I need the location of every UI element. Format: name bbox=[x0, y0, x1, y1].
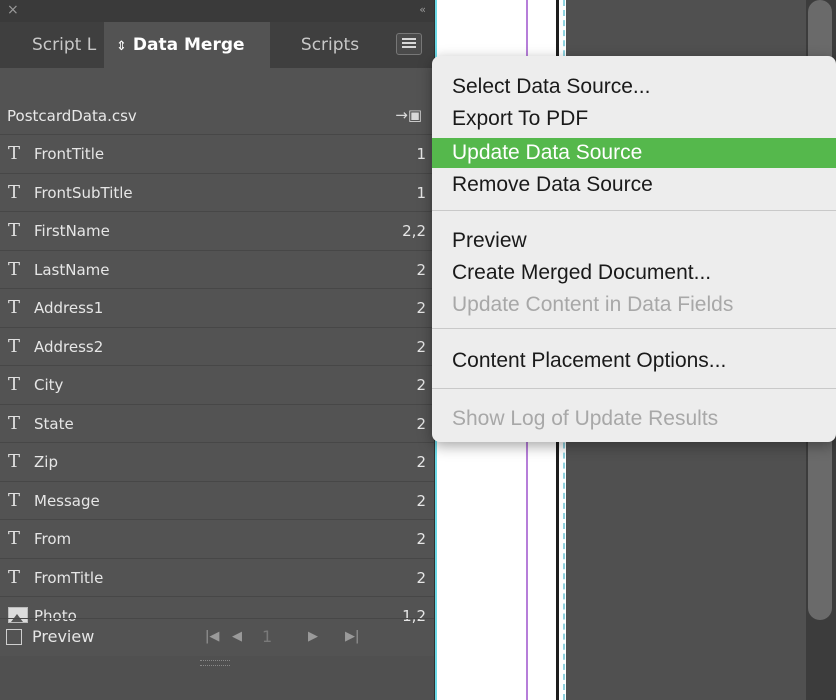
field-row[interactable]: T Address1 2 bbox=[0, 288, 434, 327]
menu-item-create-merged-document[interactable]: Create Merged Document... bbox=[432, 258, 836, 288]
field-list: T FrontTitle 1 T FrontSubTitle 1 T FirstName 2,2… bbox=[0, 134, 434, 635]
field-name: FrontTitle bbox=[34, 145, 105, 163]
record-number[interactable]: 1 bbox=[262, 619, 272, 655]
import-icon[interactable]: →▣ bbox=[395, 106, 422, 124]
field-name: Address2 bbox=[34, 337, 104, 356]
data-merge-panel: × ‹‹ Script L ⇕ Data Merge Scripts Postca… bbox=[0, 0, 434, 700]
field-row[interactable]: T FrontTitle 1 bbox=[0, 134, 434, 173]
menu-item-select-data-source[interactable]: Select Data Source... bbox=[432, 72, 836, 102]
text-field-icon: T bbox=[8, 528, 21, 549]
field-name: State bbox=[34, 414, 74, 433]
data-source-filename: PostcardData.csv bbox=[7, 107, 137, 125]
panel-titlebar: × ‹‹ bbox=[0, 0, 434, 22]
menu-item-export-to-pdf[interactable]: Export To PDF bbox=[432, 104, 836, 134]
field-row[interactable]: T FromTitle 2 bbox=[0, 557, 434, 597]
close-icon[interactable]: × bbox=[7, 1, 19, 19]
panel-flyout-menu: Select Data Source... Export To PDF Upda… bbox=[432, 56, 836, 442]
previous-record-icon[interactable]: ◀ bbox=[232, 619, 242, 655]
text-field-icon: T bbox=[8, 220, 21, 241]
field-page-count: 2 bbox=[416, 376, 426, 394]
field-name: Message bbox=[34, 491, 100, 510]
tab-label: Data Merge bbox=[132, 35, 245, 55]
text-field-icon: T bbox=[8, 297, 21, 318]
menu-item-update-data-source[interactable]: Update Data Source bbox=[432, 138, 836, 168]
field-page-count: 1 bbox=[416, 145, 426, 163]
panel-tabs: Script L ⇕ Data Merge Scripts bbox=[0, 22, 434, 68]
text-field-icon: T bbox=[8, 489, 21, 511]
field-row[interactable]: T City 2 bbox=[0, 365, 434, 404]
hamburger-icon bbox=[402, 38, 416, 50]
field-name: Address1 bbox=[34, 299, 104, 317]
chevron-updown-icon: ⇕ bbox=[116, 39, 127, 54]
field-page-count: 2 bbox=[416, 414, 426, 433]
panel-resize-area bbox=[0, 656, 434, 700]
text-field-icon: T bbox=[8, 143, 21, 164]
field-page-count: 2 bbox=[416, 299, 426, 317]
first-record-icon[interactable]: |◀ bbox=[205, 619, 219, 655]
menu-separator bbox=[432, 388, 836, 389]
field-page-count: 2 bbox=[416, 491, 426, 510]
field-row[interactable]: T Zip 2 bbox=[0, 442, 434, 481]
text-field-icon: T bbox=[8, 451, 21, 472]
field-name: FrontSubTitle bbox=[34, 183, 133, 202]
field-name: FirstName bbox=[34, 222, 110, 240]
field-name: Zip bbox=[34, 453, 58, 471]
next-record-icon[interactable]: ▶ bbox=[308, 619, 318, 655]
field-name: From bbox=[34, 530, 72, 548]
field-page-count: 2 bbox=[416, 530, 426, 548]
field-page-count: 2,2 bbox=[402, 222, 426, 240]
menu-item-remove-data-source[interactable]: Remove Data Source bbox=[432, 170, 836, 200]
field-page-count: 1 bbox=[416, 183, 426, 202]
field-name: City bbox=[34, 376, 64, 394]
menu-item-preview[interactable]: Preview bbox=[432, 226, 836, 256]
field-row[interactable]: T From 2 bbox=[0, 519, 434, 558]
tab-scripts[interactable]: Scripts bbox=[270, 22, 390, 68]
field-page-count: 2 bbox=[416, 568, 426, 587]
text-field-icon: T bbox=[8, 374, 21, 395]
menu-item-content-placement-options[interactable]: Content Placement Options... bbox=[432, 346, 836, 376]
menu-item-update-content-in-data-fields: Update Content in Data Fields bbox=[452, 293, 734, 316]
resize-grip-icon[interactable] bbox=[200, 660, 230, 666]
field-page-count: 2 bbox=[416, 453, 426, 471]
collapse-icon[interactable]: ‹‹ bbox=[419, 1, 426, 19]
field-row[interactable]: T FrontSubTitle 1 bbox=[0, 172, 434, 212]
text-field-icon: T bbox=[8, 335, 21, 357]
last-record-icon[interactable]: ▶| bbox=[345, 619, 359, 655]
tab-script-label[interactable]: Script L bbox=[0, 22, 104, 68]
panel-footer: Preview |◀ ◀ 1 ▶ ▶| bbox=[0, 618, 434, 657]
preview-checkbox[interactable] bbox=[6, 629, 22, 645]
panel-menu-button[interactable] bbox=[396, 33, 422, 55]
field-name: FromTitle bbox=[34, 568, 104, 587]
tab-data-merge[interactable]: ⇕ Data Merge bbox=[104, 22, 270, 68]
menu-separator bbox=[432, 328, 836, 329]
tab-label: Scripts bbox=[300, 35, 360, 55]
field-row[interactable]: T Message 2 bbox=[0, 480, 434, 520]
field-name: LastName bbox=[34, 260, 110, 279]
text-field-icon: T bbox=[8, 258, 21, 280]
text-field-icon: T bbox=[8, 412, 21, 434]
field-row[interactable]: T State 2 bbox=[0, 403, 434, 443]
tab-label: Script L bbox=[32, 35, 97, 55]
field-page-count: 2 bbox=[416, 260, 426, 279]
menu-separator bbox=[432, 210, 836, 211]
preview-label: Preview bbox=[32, 627, 95, 646]
field-row[interactable]: T LastName 2 bbox=[0, 249, 434, 289]
menu-item-show-log-of-update-results: Show Log of Update Results bbox=[452, 407, 719, 430]
field-row[interactable]: T FirstName 2,2 bbox=[0, 211, 434, 250]
field-row[interactable]: T Address2 2 bbox=[0, 326, 434, 366]
text-field-icon: T bbox=[8, 566, 21, 588]
text-field-icon: T bbox=[8, 181, 21, 203]
field-page-count: 2 bbox=[416, 337, 426, 356]
data-source-row: PostcardData.csv →▣ bbox=[0, 98, 434, 134]
